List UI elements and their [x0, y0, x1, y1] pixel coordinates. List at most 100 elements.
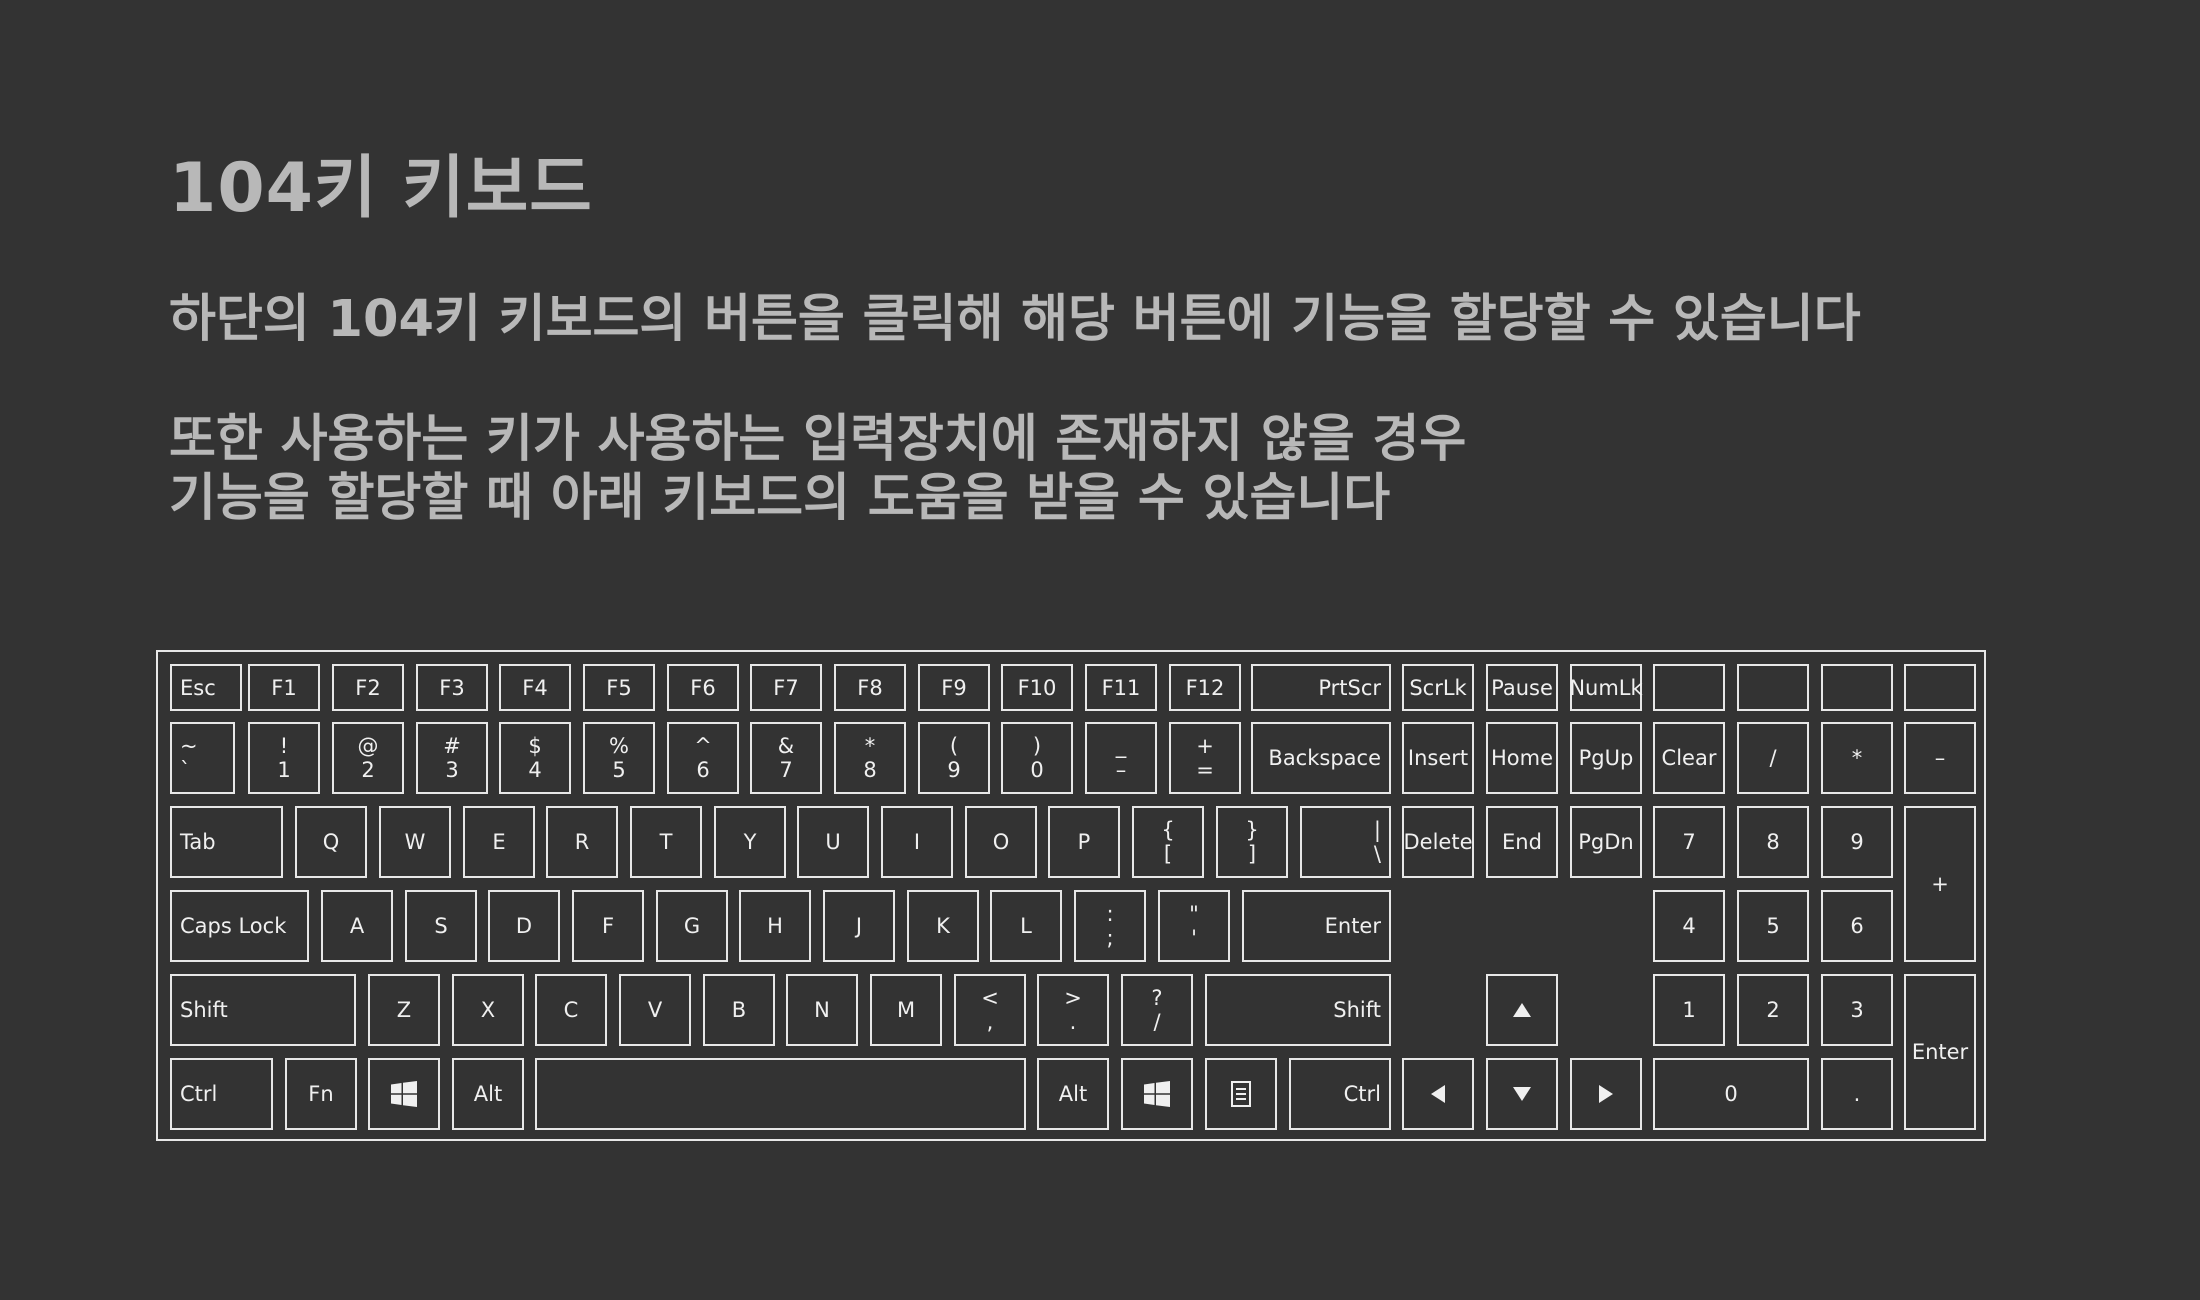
key-arrow-down[interactable]: [1486, 1058, 1558, 1130]
key-f[interactable]: F: [572, 890, 644, 962]
key-j[interactable]: J: [823, 890, 895, 962]
key-numpad-plus[interactable]: +: [1904, 806, 1976, 962]
key-tab[interactable]: Tab: [170, 806, 283, 878]
key-right-windows[interactable]: [1121, 1058, 1193, 1130]
key-c[interactable]: C: [535, 974, 607, 1046]
key-end[interactable]: End: [1486, 806, 1558, 878]
key-slash[interactable]: ? /: [1121, 974, 1193, 1046]
key-y[interactable]: Y: [714, 806, 786, 878]
key-x[interactable]: X: [452, 974, 524, 1046]
key-backslash[interactable]: | \: [1300, 806, 1391, 878]
key-numpad-5[interactable]: 5: [1737, 890, 1809, 962]
key-numpad-9[interactable]: 9: [1821, 806, 1893, 878]
key-semicolon[interactable]: :;: [1074, 890, 1146, 962]
key-pgdn[interactable]: PgDn: [1570, 806, 1642, 878]
key-numpad-clear[interactable]: Clear: [1653, 722, 1725, 794]
key-arrow-left[interactable]: [1402, 1058, 1474, 1130]
key-numpad-1[interactable]: 1: [1653, 974, 1725, 1046]
key-comma[interactable]: <,: [954, 974, 1026, 1046]
key-p[interactable]: P: [1048, 806, 1120, 878]
key-numpad-7[interactable]: 7: [1653, 806, 1725, 878]
key-f3[interactable]: F3: [416, 664, 488, 711]
key-n[interactable]: N: [786, 974, 858, 1046]
key-u[interactable]: U: [797, 806, 869, 878]
key-space[interactable]: [535, 1058, 1026, 1130]
key-r[interactable]: R: [546, 806, 618, 878]
key-numpad-enter[interactable]: Enter: [1904, 974, 1976, 1130]
key-enter[interactable]: Enter: [1242, 890, 1391, 962]
key-left-shift[interactable]: Shift: [170, 974, 356, 1046]
key-numpad-6[interactable]: 6: [1821, 890, 1893, 962]
key-e[interactable]: E: [463, 806, 535, 878]
key-f12[interactable]: F12: [1169, 664, 1241, 711]
key-f9[interactable]: F9: [918, 664, 990, 711]
key-capslock[interactable]: Caps Lock: [170, 890, 309, 962]
key-numpad-decimal[interactable]: .: [1821, 1058, 1893, 1130]
key-backtick[interactable]: ~ `: [170, 722, 235, 794]
key-5[interactable]: % 5: [583, 722, 655, 794]
key-numpad-2[interactable]: 2: [1737, 974, 1809, 1046]
key-3[interactable]: #3: [416, 722, 488, 794]
key-right-bracket[interactable]: }]: [1216, 806, 1288, 878]
key-pgup[interactable]: PgUp: [1570, 722, 1642, 794]
key-f11[interactable]: F11: [1085, 664, 1157, 711]
key-o[interactable]: O: [965, 806, 1037, 878]
key-k[interactable]: K: [907, 890, 979, 962]
key-numpad-minus[interactable]: –: [1904, 722, 1976, 794]
key-1[interactable]: ! 1: [248, 722, 320, 794]
key-m[interactable]: M: [870, 974, 942, 1046]
key-right-ctrl[interactable]: Ctrl: [1289, 1058, 1391, 1130]
key-d[interactable]: D: [488, 890, 560, 962]
key-s[interactable]: S: [405, 890, 477, 962]
key-a[interactable]: A: [321, 890, 393, 962]
key-w[interactable]: W: [379, 806, 451, 878]
key-f6[interactable]: F6: [667, 664, 739, 711]
key-fn[interactable]: Fn: [285, 1058, 357, 1130]
key-numpad-0[interactable]: 0: [1653, 1058, 1809, 1130]
key-numpad-multiply[interactable]: *: [1821, 722, 1893, 794]
key-7[interactable]: & 7: [750, 722, 822, 794]
key-numpad-4[interactable]: 4: [1653, 890, 1725, 962]
key-8[interactable]: * 8: [834, 722, 906, 794]
key-minus[interactable]: _ –: [1085, 722, 1157, 794]
key-numlk[interactable]: NumLk: [1569, 664, 1643, 711]
key-period[interactable]: >.: [1037, 974, 1109, 1046]
key-h[interactable]: H: [739, 890, 811, 962]
key-right-shift[interactable]: Shift: [1205, 974, 1391, 1046]
key-quote[interactable]: " ': [1158, 890, 1230, 962]
key-4[interactable]: $4: [499, 722, 571, 794]
key-insert[interactable]: Insert: [1402, 722, 1474, 794]
key-pause[interactable]: Pause: [1486, 664, 1558, 711]
key-scrlk[interactable]: ScrLk: [1402, 664, 1474, 711]
key-f1[interactable]: F1: [248, 664, 320, 711]
key-delete[interactable]: Delete: [1402, 806, 1474, 878]
key-arrow-up[interactable]: [1486, 974, 1558, 1046]
key-numpad-slash[interactable]: /: [1737, 722, 1809, 794]
key-9[interactable]: (9: [918, 722, 990, 794]
key-z[interactable]: Z: [368, 974, 440, 1046]
key-f4[interactable]: F4: [499, 664, 571, 711]
key-arrow-right[interactable]: [1570, 1058, 1642, 1130]
key-menu[interactable]: [1205, 1058, 1277, 1130]
key-home[interactable]: Home: [1486, 722, 1558, 794]
key-2[interactable]: @2: [332, 722, 404, 794]
key-equal[interactable]: + =: [1169, 722, 1241, 794]
key-backspace[interactable]: Backspace: [1251, 722, 1391, 794]
key-blank-1[interactable]: [1653, 664, 1725, 711]
key-v[interactable]: V: [619, 974, 691, 1046]
key-f10[interactable]: F10: [1001, 664, 1073, 711]
key-i[interactable]: I: [881, 806, 953, 878]
key-f5[interactable]: F5: [583, 664, 655, 711]
key-g[interactable]: G: [656, 890, 728, 962]
key-esc[interactable]: Esc: [170, 664, 242, 711]
key-blank-2[interactable]: [1737, 664, 1809, 711]
key-0[interactable]: ) 0: [1001, 722, 1073, 794]
key-prtscr[interactable]: PrtScr: [1251, 664, 1391, 711]
key-right-alt[interactable]: Alt: [1037, 1058, 1109, 1130]
key-numpad-3[interactable]: 3: [1821, 974, 1893, 1046]
key-f2[interactable]: F2: [332, 664, 404, 711]
key-blank-3[interactable]: [1821, 664, 1893, 711]
key-left-alt[interactable]: Alt: [452, 1058, 524, 1130]
key-left-bracket[interactable]: {[: [1132, 806, 1204, 878]
key-left-ctrl[interactable]: Ctrl: [170, 1058, 273, 1130]
